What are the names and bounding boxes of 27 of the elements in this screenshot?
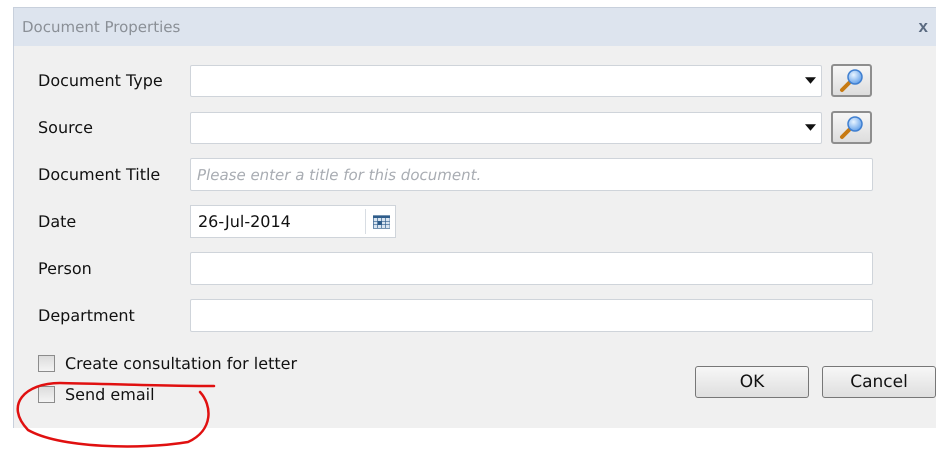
text-field[interactable]: [190, 299, 873, 332]
dropdown-field[interactable]: [190, 112, 822, 144]
window-title: Document Properties: [22, 18, 180, 36]
search-icon: [838, 68, 864, 94]
checkbox[interactable]: [38, 386, 55, 403]
field-label: Department: [38, 306, 136, 325]
caret-icon: [805, 124, 816, 131]
dialog-button[interactable]: OK: [695, 366, 809, 398]
text-field[interactable]: [190, 252, 873, 285]
search-button[interactable]: [831, 64, 872, 97]
date-field[interactable]: 26-Jul-2014: [191, 212, 365, 231]
checkbox-label: Create consultation for letter: [65, 354, 298, 373]
field-label: Document Title: [38, 165, 162, 184]
checkbox-label: Send email: [65, 385, 155, 404]
field-label: Document Type: [38, 71, 164, 90]
caret-icon: [805, 77, 816, 84]
dropdown-field[interactable]: [190, 64, 822, 96]
field-label: Person: [38, 259, 93, 278]
field-label: Source: [38, 118, 94, 137]
search-button[interactable]: [831, 111, 872, 144]
field-label: Date: [38, 212, 78, 231]
close-button[interactable]: x: [916, 17, 930, 37]
dialog-button[interactable]: Cancel: [822, 366, 936, 398]
search-icon: [838, 114, 864, 140]
checkbox[interactable]: [38, 355, 55, 372]
date-picker[interactable]: 26-Jul-2014: [190, 205, 396, 238]
text-field[interactable]: Please enter a title for this document.: [190, 158, 873, 191]
